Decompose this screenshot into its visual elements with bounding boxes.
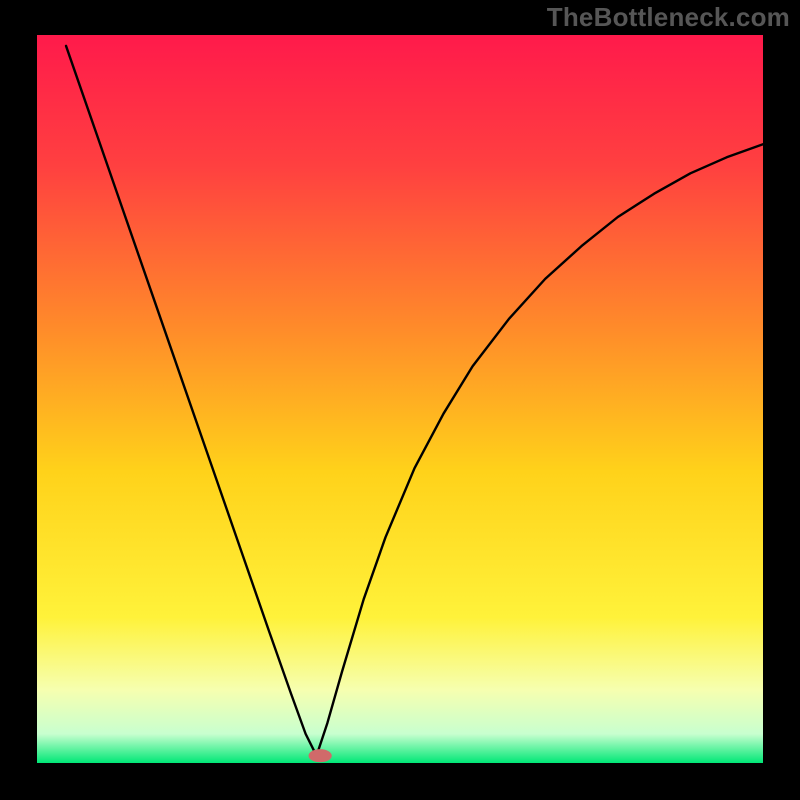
chart-plot-area	[37, 35, 763, 763]
vertex-marker	[309, 749, 332, 762]
chart-svg	[37, 35, 763, 763]
chart-background	[37, 35, 763, 763]
outer-frame: TheBottleneck.com	[0, 0, 800, 800]
watermark-label: TheBottleneck.com	[547, 2, 790, 33]
